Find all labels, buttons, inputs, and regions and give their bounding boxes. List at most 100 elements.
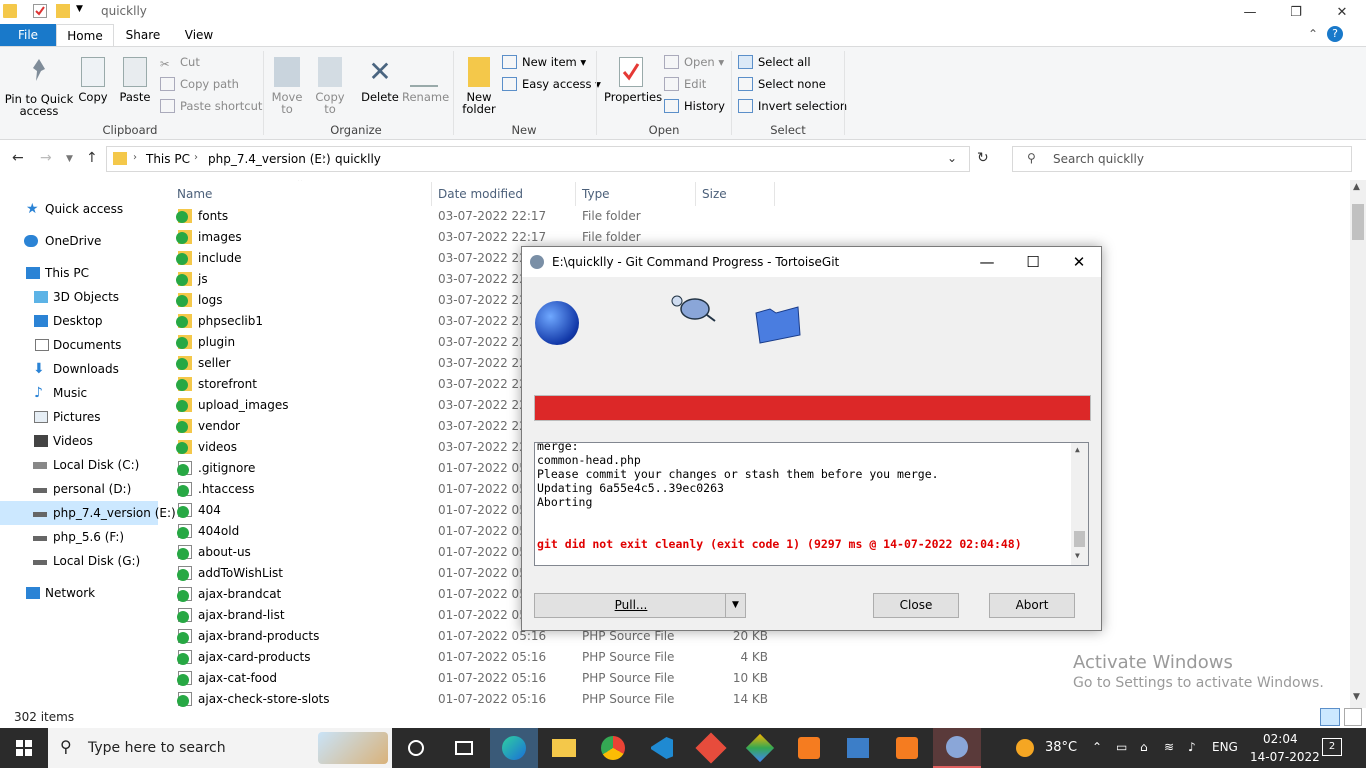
nav-item-php56-f[interactable]: php_5.6 (F:) — [0, 525, 158, 549]
nav-item-documents[interactable]: Documents — [0, 333, 158, 357]
taskbar-xampp[interactable] — [785, 728, 833, 768]
help-icon[interactable]: ? — [1327, 26, 1343, 42]
select-none-button[interactable]: Select none — [738, 75, 826, 93]
nav-item-quick-access[interactable]: ★ Quick access — [0, 197, 158, 221]
tab-share[interactable]: Share — [120, 24, 166, 46]
network-icon[interactable]: ⌂ — [1140, 740, 1148, 754]
cut-button[interactable]: ✂ Cut — [160, 53, 200, 71]
language-indicator[interactable]: ENG — [1212, 740, 1238, 754]
clock-time[interactable]: 02:04 — [1263, 732, 1298, 746]
nav-item-videos[interactable]: Videos — [0, 429, 158, 453]
nav-item-network[interactable]: Network — [0, 581, 158, 605]
pull-dropdown-icon[interactable]: ▼ — [725, 594, 745, 617]
task-view-button[interactable] — [440, 728, 488, 768]
taskbar-git-app[interactable] — [687, 728, 735, 768]
select-all-button[interactable]: Select all — [738, 53, 811, 71]
volume-icon[interactable]: ♪ — [1188, 740, 1196, 754]
paste-button[interactable]: Paste — [117, 57, 153, 103]
paste-shortcut-button[interactable]: Paste shortcut — [160, 97, 262, 115]
up-arrow-icon[interactable]: ↑ — [86, 150, 98, 166]
tab-file[interactable]: File — [0, 24, 56, 46]
scroll-thumb[interactable] — [1074, 531, 1085, 547]
notification-icon[interactable]: 2 — [1322, 738, 1342, 756]
chevron-down-icon[interactable]: ▼ — [76, 4, 90, 18]
invert-selection-button[interactable]: Invert selection — [738, 97, 847, 115]
nav-item-this-pc[interactable]: This PC — [0, 261, 158, 285]
restore-button[interactable]: ❐ — [1273, 0, 1319, 24]
address-dropdown-icon[interactable]: ⌄ — [947, 151, 957, 165]
close-dialog-button[interactable]: Close — [873, 593, 959, 618]
copy-path-button[interactable]: Copy path — [160, 75, 239, 93]
new-folder-button[interactable]: New folder — [460, 57, 498, 115]
nav-item-downloads[interactable]: ⬇ Downloads — [0, 357, 158, 381]
new-folder-icon[interactable] — [56, 4, 70, 18]
edit-button[interactable]: Edit — [664, 75, 706, 93]
wifi-icon[interactable]: ≋ — [1164, 740, 1174, 754]
meet-icon[interactable]: ▭ — [1116, 740, 1127, 754]
chevron-up-icon[interactable]: ⌃ — [1308, 27, 1318, 41]
delete-button[interactable]: ✕ Delete — [360, 57, 400, 104]
scroll-up-icon[interactable]: ▲ — [1353, 182, 1360, 192]
column-header-type[interactable]: Type — [582, 187, 610, 201]
nav-item-local-disk-g[interactable]: Local Disk (G:) — [0, 549, 158, 573]
column-header-date[interactable]: Date modified — [438, 187, 523, 201]
taskbar-tortoisegit[interactable] — [933, 728, 981, 768]
nav-item-personal-d[interactable]: personal (D:) — [0, 477, 158, 501]
nav-item-onedrive[interactable]: OneDrive — [0, 229, 158, 253]
nav-item-php74-e[interactable]: php_7.4_version (E:) — [0, 501, 176, 525]
taskbar-notes[interactable] — [834, 728, 882, 768]
chevron-right-icon[interactable]: › — [194, 152, 198, 163]
recent-chevron-icon[interactable]: ▼ — [66, 154, 73, 164]
nav-item-3d-objects[interactable]: 3D Objects — [0, 285, 158, 309]
tab-view[interactable]: View — [176, 24, 222, 46]
back-arrow-icon[interactable]: ← — [12, 150, 24, 166]
scroll-thumb[interactable] — [1352, 204, 1364, 240]
close-button[interactable]: ✕ — [1319, 0, 1365, 24]
output-log[interactable]: merge: common-head.php Please commit you… — [534, 442, 1089, 566]
temperature[interactable]: 38°C — [1045, 740, 1077, 755]
pin-quick-access-button[interactable]: Pin to Quick access — [4, 57, 74, 117]
details-view-icon[interactable] — [1320, 708, 1340, 726]
address-box[interactable]: › This PC › php_7.4_version (E:) › quick… — [106, 146, 970, 172]
taskbar-sourcetree[interactable] — [736, 728, 784, 768]
scroll-down-icon[interactable]: ▼ — [1353, 692, 1360, 702]
dialog-maximize-button[interactable]: ☐ — [1010, 247, 1056, 277]
forward-arrow-icon[interactable]: → — [40, 150, 52, 166]
cortana-button[interactable] — [392, 728, 440, 768]
move-to-button[interactable]: Move to — [268, 57, 306, 115]
abort-button[interactable]: Abort — [989, 593, 1075, 618]
taskbar-vscode[interactable] — [638, 728, 686, 768]
refresh-icon[interactable]: ↻ — [977, 150, 989, 166]
taskbar-search-input[interactable]: Type here to search — [88, 740, 226, 756]
copy-button[interactable]: Copy — [76, 57, 110, 103]
file-row[interactable]: ajax-check-store-slots 01-07-2022 05:16 PH… — [170, 689, 1350, 708]
breadcrumb-this-pc[interactable]: This PC — [146, 152, 190, 166]
minimize-button[interactable]: — — [1227, 0, 1273, 24]
start-button[interactable] — [0, 728, 48, 768]
copy-to-button[interactable]: Copy to — [312, 57, 348, 115]
taskbar-file-explorer[interactable] — [540, 728, 588, 768]
chevron-right-icon[interactable]: › — [133, 152, 137, 163]
taskbar-search[interactable]: ⚲ Type here to search — [48, 728, 392, 768]
weather-icon[interactable] — [1016, 739, 1034, 757]
large-icons-view-icon[interactable] — [1344, 708, 1362, 726]
clock-date[interactable]: 14-07-2022 — [1250, 750, 1320, 764]
open-button[interactable]: Open ▾ — [664, 53, 724, 71]
chevron-right-icon[interactable]: › — [322, 152, 326, 163]
nav-item-local-disk-c[interactable]: Local Disk (C:) — [0, 453, 158, 477]
pull-button[interactable]: Pull... ▼ — [534, 593, 746, 618]
dialog-close-button[interactable]: ✕ — [1056, 247, 1102, 277]
taskbar-xampp-2[interactable] — [883, 728, 931, 768]
easy-access-button[interactable]: Easy access ▾ — [502, 75, 601, 93]
column-header-size[interactable]: Size — [702, 187, 727, 201]
search-box[interactable]: ⚲ Search quicklly — [1012, 146, 1352, 172]
history-button[interactable]: History — [664, 97, 725, 115]
vertical-scrollbar[interactable]: ▲ ▼ — [1350, 180, 1366, 708]
nav-item-music[interactable]: ♪ Music — [0, 381, 158, 405]
taskbar-edge[interactable] — [490, 728, 538, 768]
taskbar-chrome[interactable] — [589, 728, 637, 768]
file-row[interactable]: fonts 03-07-2022 22:17 File folder — [170, 206, 1350, 227]
rename-button[interactable]: Rename — [402, 57, 449, 103]
nav-item-pictures[interactable]: Pictures — [0, 405, 158, 429]
dialog-minimize-button[interactable]: — — [964, 247, 1010, 277]
